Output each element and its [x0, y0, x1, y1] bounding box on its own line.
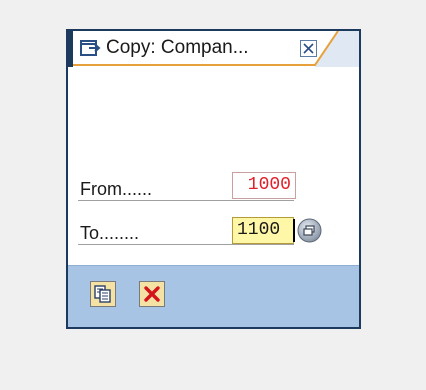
- cancel-icon: [144, 286, 160, 302]
- close-button[interactable]: [300, 40, 317, 57]
- text-cursor: [293, 219, 295, 242]
- to-input[interactable]: 1100: [232, 217, 294, 244]
- cancel-button[interactable]: [139, 281, 165, 307]
- dialog-window-icon: [80, 39, 102, 59]
- from-label: From......: [80, 179, 152, 199]
- dialog-content: From...... 1000 To........ 1100: [68, 67, 359, 265]
- copy-dialog: Copy: Compan... From...... 1000 To......…: [66, 29, 361, 329]
- copy-icon: [94, 285, 111, 303]
- from-row-divider: [78, 200, 294, 201]
- titlebar-accent-stripe: [68, 31, 73, 67]
- close-icon: [303, 43, 314, 54]
- copy-button[interactable]: [90, 281, 116, 307]
- to-label: To........: [80, 223, 140, 243]
- value-help-icon: [297, 218, 322, 243]
- dialog-titlebar[interactable]: Copy: Compan...: [68, 31, 359, 67]
- toolbar-divider: [68, 265, 359, 266]
- dialog-title: Copy: Compan...: [106, 37, 249, 58]
- from-input[interactable]: 1000: [232, 172, 296, 199]
- value-help-button[interactable]: [297, 218, 322, 243]
- to-row-divider: [78, 244, 294, 245]
